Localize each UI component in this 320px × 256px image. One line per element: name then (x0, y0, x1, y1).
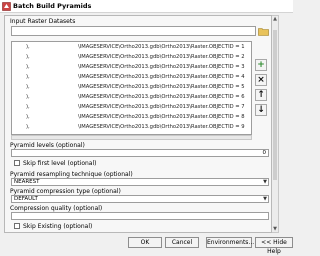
tool-icon (2, 2, 11, 11)
compression-label: Pyramid compression type (optional) (10, 188, 121, 195)
skip-first-label: Skip first level (optional) (23, 160, 97, 167)
hide-help-button[interactable]: << Hide Help (255, 237, 293, 255)
add-row-button[interactable]: + (255, 59, 267, 71)
table-row[interactable]: ), \IMAGESERVICE\Ortho2013.gdb\Ortho2013\… (12, 84, 251, 93)
move-up-button[interactable]: ↑ (255, 89, 267, 101)
table-row[interactable]: ), \IMAGESERVICE\Ortho2013.gdb\Ortho2013\… (12, 64, 251, 73)
input-datasets-label: Input Raster Datasets (10, 18, 76, 25)
dialog-window: Batch Build Pyramids Input Raster Datase… (0, 0, 293, 255)
row-dataset-path: \IMAGESERVICE\Ortho2013.gdb\Ortho2013\Ra… (78, 104, 245, 110)
chevron-down-icon: ▼ (263, 179, 267, 185)
datasets-list[interactable]: ), \IMAGESERVICE\Ortho2013.gdb\Ortho2013\… (11, 41, 252, 135)
chevron-down-icon: ▼ (263, 196, 267, 202)
skip-existing-checkbox[interactable] (14, 223, 20, 229)
ok-button[interactable]: OK (128, 237, 162, 248)
skip-existing-label: Skip Existing (optional) (23, 223, 93, 230)
table-row[interactable]: ), \IMAGESERVICE\Ortho2013.gdb\Ortho2013\… (12, 104, 251, 113)
pyramid-levels-value: 0 (262, 150, 267, 156)
row-prefix: ), (26, 124, 30, 130)
compression-value: DEFAULT (14, 196, 38, 202)
panel-vertical-scrollbar[interactable]: ▲ ▼ (272, 15, 279, 233)
window-title: Batch Build Pyramids (13, 2, 92, 10)
table-row[interactable]: ), \IMAGESERVICE\Ortho2013.gdb\Ortho2013\… (12, 54, 251, 63)
list-horizontal-scrollbar[interactable] (11, 135, 252, 140)
table-row[interactable]: ), \IMAGESERVICE\Ortho2013.gdb\Ortho2013\… (12, 44, 251, 53)
folder-icon[interactable] (258, 26, 269, 36)
resampling-dropdown[interactable]: NEAREST ▼ (11, 178, 269, 186)
row-dataset-path: \IMAGESERVICE\Ortho2013.gdb\Ortho2013\Ra… (78, 64, 245, 70)
row-prefix: ), (26, 44, 30, 50)
cancel-button[interactable]: Cancel (165, 237, 199, 248)
row-dataset-path: \IMAGESERVICE\Ortho2013.gdb\Ortho2013\Ra… (78, 94, 245, 100)
title-bar[interactable]: Batch Build Pyramids (0, 0, 293, 13)
remove-row-button[interactable]: × (255, 74, 267, 86)
row-prefix: ), (26, 94, 30, 100)
environments-button[interactable]: Environments... (206, 237, 254, 248)
row-prefix: ), (26, 64, 30, 70)
scroll-thumb[interactable] (273, 30, 277, 180)
table-row[interactable]: ), \IMAGESERVICE\Ortho2013.gdb\Ortho2013\… (12, 74, 251, 83)
table-row[interactable]: ), \IMAGESERVICE\Ortho2013.gdb\Ortho2013\… (12, 124, 251, 133)
row-prefix: ), (26, 74, 30, 80)
resampling-value: NEAREST (14, 179, 40, 185)
compression-dropdown[interactable]: DEFAULT ▼ (11, 195, 269, 203)
pyramid-levels-input[interactable]: 0 (11, 149, 269, 157)
row-dataset-path: \IMAGESERVICE\Ortho2013.gdb\Ortho2013\Ra… (78, 114, 245, 120)
row-dataset-path: \IMAGESERVICE\Ortho2013.gdb\Ortho2013\Ra… (78, 44, 245, 50)
scroll-up-arrow-icon[interactable]: ▲ (272, 16, 278, 22)
row-prefix: ), (26, 114, 30, 120)
scroll-down-arrow-icon[interactable]: ▼ (272, 226, 278, 232)
input-dataset-field[interactable] (11, 26, 256, 36)
row-prefix: ), (26, 84, 30, 90)
quality-label: Compression quality (optional) (10, 205, 103, 212)
table-row[interactable]: ), \IMAGESERVICE\Ortho2013.gdb\Ortho2013\… (12, 94, 251, 103)
quality-input[interactable] (11, 212, 269, 220)
row-dataset-path: \IMAGESERVICE\Ortho2013.gdb\Ortho2013\Ra… (78, 84, 245, 90)
parameters-panel: Input Raster Datasets ), \IMAGESERVICE\Or… (4, 15, 272, 233)
row-prefix: ), (26, 104, 30, 110)
row-dataset-path: \IMAGESERVICE\Ortho2013.gdb\Ortho2013\Ra… (78, 54, 245, 60)
skip-first-checkbox[interactable] (14, 160, 20, 166)
resampling-label: Pyramid resampling technique (optional) (10, 171, 133, 178)
row-prefix: ), (26, 54, 30, 60)
pyramid-levels-label: Pyramid levels (optional) (10, 142, 85, 149)
move-down-button[interactable]: ↓ (255, 104, 267, 116)
row-dataset-path: \IMAGESERVICE\Ortho2013.gdb\Ortho2013\Ra… (78, 74, 245, 80)
row-dataset-path: \IMAGESERVICE\Ortho2013.gdb\Ortho2013\Ra… (78, 124, 245, 130)
table-row[interactable]: ), \IMAGESERVICE\Ortho2013.gdb\Ortho2013\… (12, 114, 251, 123)
